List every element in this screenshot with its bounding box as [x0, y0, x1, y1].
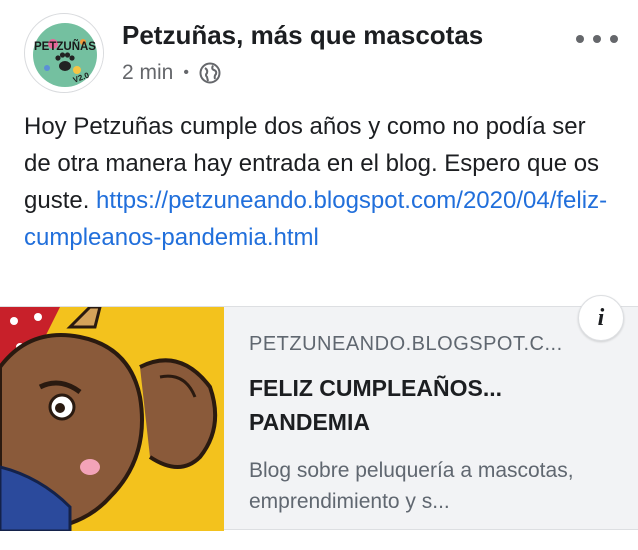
- link-preview-title[interactable]: FELIZ CUMPLEAÑOS... PANDEMIA: [249, 371, 589, 439]
- more-dot-icon: [576, 35, 584, 43]
- post-link[interactable]: https://petzuneando.blogspot.com/2020/04…: [24, 187, 607, 251]
- link-preview-domain: PETZUNEANDO.BLOGSPOT.C...: [249, 333, 563, 355]
- link-preview-body: PETZUNEANDO.BLOGSPOT.C... FELIZ CUMPLEAÑ…: [224, 295, 638, 531]
- post-header: PETZUÑAS V2.0 Petzuñas, más que mascotas…: [0, 0, 638, 100]
- more-options-button[interactable]: [576, 24, 618, 54]
- post-text: Hoy Petzuñas cumple dos años y como no p…: [24, 108, 614, 256]
- link-preview-card[interactable]: PETZUNEANDO.BLOGSPOT.C... FELIZ CUMPLEAÑ…: [0, 295, 638, 531]
- logo-text: PETZUÑAS: [34, 40, 96, 53]
- link-preview-description: Blog sobre peluquería a mascotas, empren…: [249, 459, 574, 513]
- meta-separator: •: [183, 64, 189, 81]
- page-name[interactable]: Petzuñas, más que mascotas: [122, 20, 483, 51]
- more-dot-icon: [610, 35, 618, 43]
- post-meta: 2 min •: [122, 58, 221, 88]
- link-preview-image[interactable]: [0, 307, 224, 531]
- page-avatar[interactable]: PETZUÑAS V2.0: [24, 13, 104, 93]
- post-timestamp[interactable]: 2 min: [122, 61, 173, 85]
- more-dot-icon: [593, 35, 601, 43]
- globe-icon: [199, 62, 221, 84]
- petzunas-logo: PETZUÑAS V2.0: [27, 16, 103, 92]
- info-icon[interactable]: i: [578, 295, 624, 341]
